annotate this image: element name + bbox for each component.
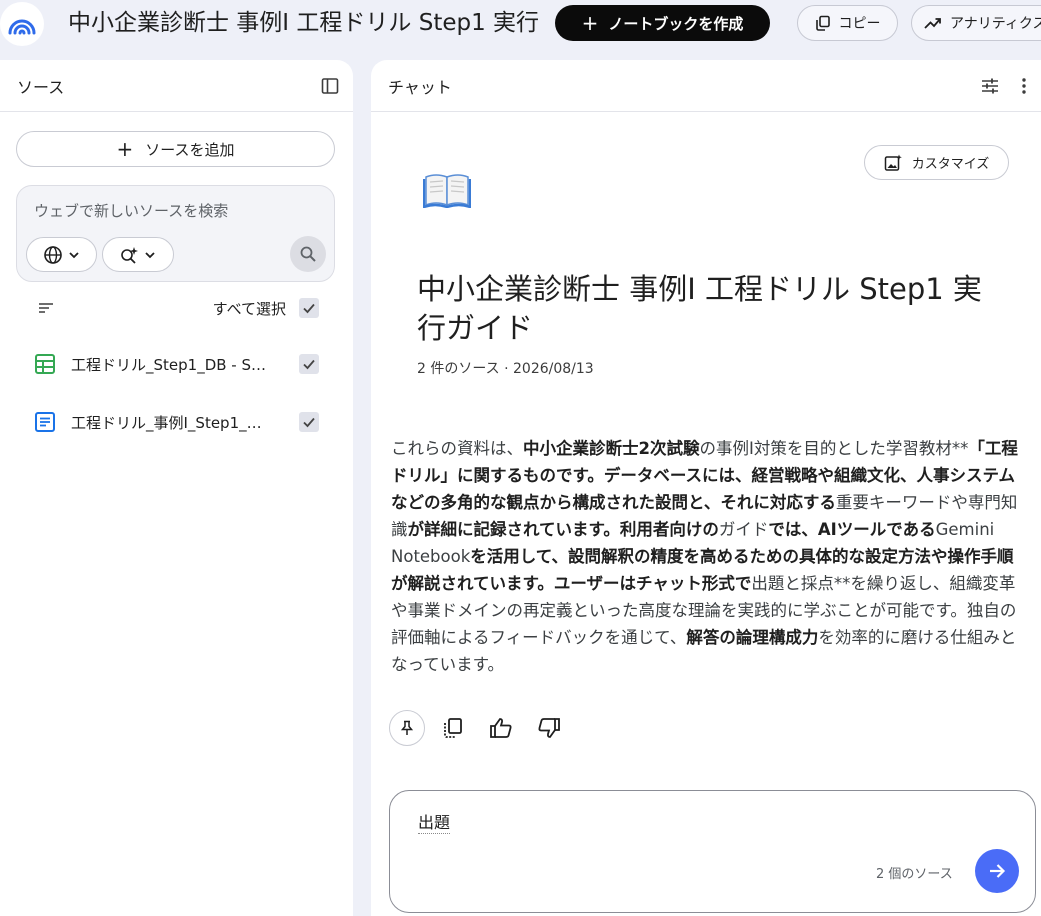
select-all-row: すべて選択 xyxy=(0,290,353,326)
source-item[interactable]: 工程ドリル_Step1_DB - Sheet1 xyxy=(0,340,353,388)
more-vert-icon xyxy=(1022,77,1026,94)
chat-input[interactable]: 出題 xyxy=(418,813,451,834)
thumbs-up-button[interactable] xyxy=(481,710,521,746)
trending-up-icon xyxy=(924,18,941,29)
chat-header-actions xyxy=(981,77,1027,95)
checkmark-icon xyxy=(303,303,315,314)
chat-panel-header: チャット xyxy=(371,60,1041,112)
thumbs-up-icon xyxy=(490,718,512,738)
sources-panel-header: ソース xyxy=(0,60,353,112)
select-all-checkbox[interactable] xyxy=(299,298,319,318)
chat-settings-button[interactable] xyxy=(981,77,999,95)
copy-icon xyxy=(444,718,462,738)
logo-icon xyxy=(8,19,36,35)
thumbs-down-icon xyxy=(538,718,560,738)
chat-panel: チャット カスタマイズ 中小企業診断士 事例I 工程ドリル Step1 実行ガイ… xyxy=(371,60,1041,916)
source-item[interactable]: 工程ドリル_事例I_Step1_実行ガイド xyxy=(0,398,353,446)
analytics-button[interactable]: アナリティクス xyxy=(911,5,1041,41)
summary-bold-text: では、AIツールである xyxy=(768,520,936,539)
plus-icon: + xyxy=(116,137,134,161)
arrow-right-icon xyxy=(990,864,1006,878)
research-mode-selector[interactable] xyxy=(102,237,174,272)
select-all-label: すべて選択 xyxy=(212,300,286,318)
copy-response-button[interactable] xyxy=(433,710,473,746)
summary-bold-text: 中小企業診断士2次試験 xyxy=(523,439,700,458)
open-book-emoji-icon xyxy=(422,174,472,209)
spreadsheet-icon xyxy=(34,353,56,379)
notebooklm-logo[interactable] xyxy=(0,2,44,46)
copy-icon xyxy=(815,15,830,31)
app-header: 中小企業診断士 事例I 工程ドリル Step1 実行ガイド + ノートブックを作… xyxy=(0,0,1041,50)
collapse-panel-button[interactable] xyxy=(321,77,339,95)
pin-note-button[interactable] xyxy=(389,710,425,746)
chat-panel-title: チャット xyxy=(388,77,452,97)
checkmark-icon xyxy=(303,359,315,370)
source-count: 2 個のソース xyxy=(876,867,953,882)
sidebar-toggle-icon xyxy=(321,77,339,94)
more-options-button[interactable] xyxy=(1021,77,1027,95)
web-search-input[interactable] xyxy=(34,198,314,224)
notebook-title[interactable]: 中小企業診断士 事例I 工程ドリル Step1 実行ガイド xyxy=(68,8,538,38)
filter-lines-icon xyxy=(39,303,53,313)
summary-bold-text: が詳細に記録されています。利用者向けの xyxy=(407,520,719,539)
sources-panel: ソース + ソースを追加 ウェブで新しいソースを検索 すべて選択 工程ドリル_S… xyxy=(0,60,353,916)
sheet-grid-icon xyxy=(35,354,55,374)
copy-label: コピー xyxy=(838,16,881,32)
send-button[interactable] xyxy=(975,849,1019,893)
web-source-selector[interactable] xyxy=(26,237,97,272)
summary-text: ガイド xyxy=(718,520,769,539)
source-item-checkbox[interactable] xyxy=(299,354,319,374)
chat-composer[interactable]: 出題 2 個のソース xyxy=(389,790,1036,913)
open-book-icon xyxy=(422,168,472,212)
thumbs-down-button[interactable] xyxy=(529,710,569,746)
summary-text: これらの資料は、 xyxy=(391,439,523,458)
search-icon xyxy=(300,246,316,262)
tune-icon xyxy=(982,78,998,93)
chevron-down-icon xyxy=(68,251,79,258)
source-item-name: 工程ドリル_Step1_DB - Sheet1 xyxy=(71,356,271,374)
notebook-heading: 中小企業診断士 事例I 工程ドリル Step1 実行ガイド xyxy=(417,272,982,345)
web-search-submit-button[interactable] xyxy=(290,236,326,272)
search-sparkle-icon xyxy=(121,246,138,264)
summary-text: の事例I対策を目的とした学習教材** xyxy=(699,439,969,458)
summary-actions xyxy=(389,710,569,746)
customize-label: カスタマイズ xyxy=(911,157,990,172)
pin-icon xyxy=(400,720,414,735)
sources-panel-title: ソース xyxy=(17,77,65,97)
chevron-down-icon xyxy=(145,251,155,258)
source-item-name: 工程ドリル_事例I_Step1_実行ガイド xyxy=(71,414,271,432)
copy-button[interactable]: コピー xyxy=(797,5,898,41)
notebook-summary: これらの資料は、中小企業診断士2次試験の事例I対策を目的とした学習教材**「工程… xyxy=(391,435,1019,678)
customize-button[interactable]: カスタマイズ xyxy=(864,145,1009,180)
document-icon xyxy=(34,411,56,437)
analytics-label: アナリティクス xyxy=(950,16,1041,32)
create-notebook-label: ノートブックを作成 xyxy=(608,14,744,33)
doc-lines-icon xyxy=(35,412,55,432)
globe-icon xyxy=(43,245,62,264)
image-edit-icon xyxy=(884,154,902,171)
filter-icon[interactable] xyxy=(38,300,54,319)
checkmark-icon xyxy=(303,417,315,428)
source-item-checkbox[interactable] xyxy=(299,412,319,432)
create-notebook-button[interactable]: + ノートブックを作成 xyxy=(555,5,770,41)
notebook-meta: 2 件のソース · 2026/08/13 xyxy=(417,361,594,377)
web-source-search xyxy=(16,185,335,282)
add-source-label: ソースを追加 xyxy=(145,140,235,159)
add-source-button[interactable]: + ソースを追加 xyxy=(16,131,335,167)
summary-bold-text: 解答の論理構成力 xyxy=(686,628,819,647)
plus-icon: + xyxy=(581,11,599,35)
